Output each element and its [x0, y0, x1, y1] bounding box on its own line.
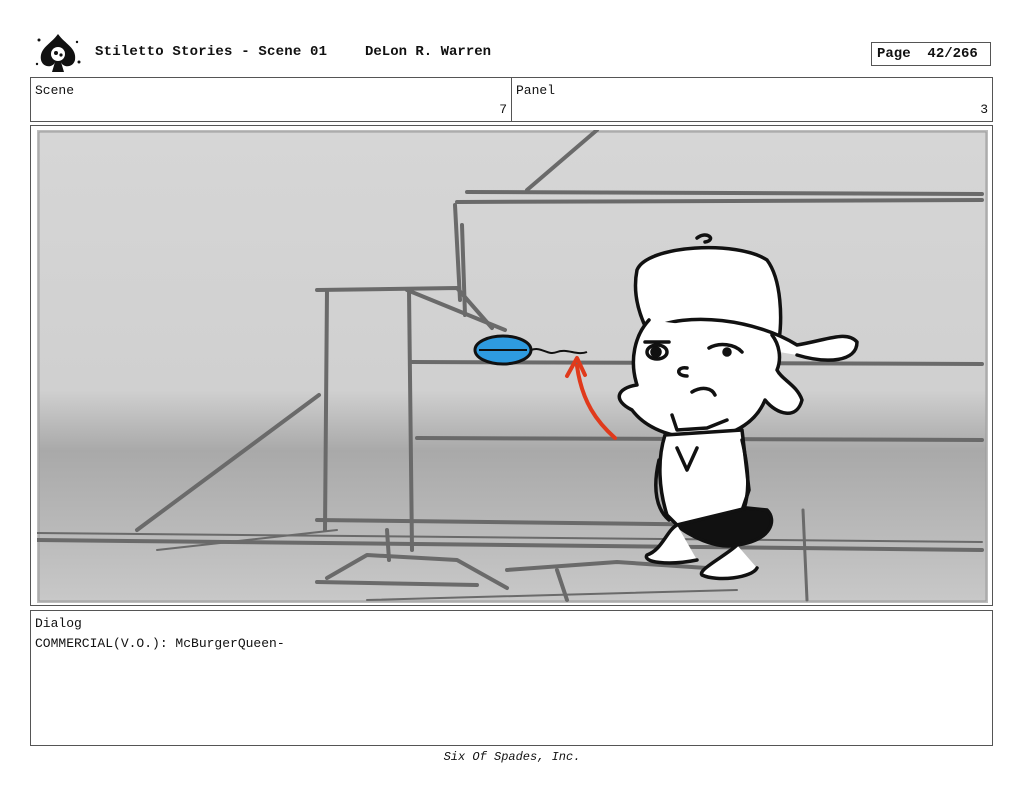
dialog-box: Dialog COMMERCIAL(V.O.): McBurgerQueen- — [30, 610, 993, 746]
scene-label: Scene — [35, 83, 75, 98]
page-indicator: Page 42/266 — [871, 42, 991, 66]
dialog-line: COMMERCIAL(V.O.): McBurgerQueen- — [35, 636, 285, 651]
author-name: DeLon R. Warren — [365, 44, 492, 60]
scene-number: 7 — [499, 102, 507, 117]
panel-number: 3 — [980, 102, 988, 117]
panel-box: Panel 3 — [511, 77, 993, 122]
storyboard-sketch — [37, 130, 988, 603]
storyboard-panel-frame — [30, 125, 993, 606]
dialog-label: Dialog — [35, 616, 82, 631]
spade-logo-icon — [33, 30, 83, 76]
page-label: Page — [877, 46, 911, 62]
page-number: 42/266 — [927, 46, 978, 62]
scene-box: Scene 7 — [30, 77, 512, 122]
footer-company: Six Of Spades, Inc. — [443, 750, 581, 764]
storyboard-title: Stiletto Stories - Scene 01 — [95, 44, 328, 60]
panel-label: Panel — [516, 83, 556, 98]
